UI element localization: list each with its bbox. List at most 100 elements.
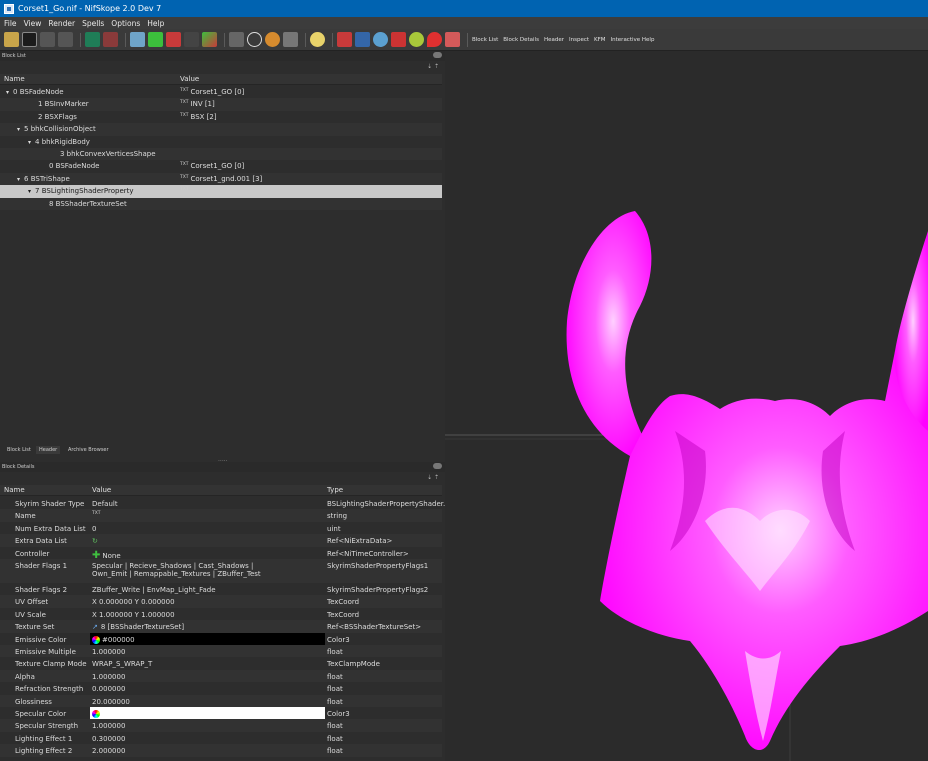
marker-pin-icon[interactable]: [427, 32, 442, 47]
details-row-value[interactable]: ZBuffer_Write | EnvMap_Light_Fade: [92, 586, 216, 594]
details-row[interactable]: Specular Strength 1.000000 float: [0, 719, 442, 732]
block-list-row[interactable]: ▾ 4 bhkRigidBody: [0, 136, 442, 148]
details-row[interactable]: Emissive Multiple 1.000000 float: [0, 645, 442, 658]
select-vertex-icon[interactable]: [103, 32, 118, 47]
top-view-icon[interactable]: [148, 32, 163, 47]
details-row-value[interactable]: 0.300000: [92, 735, 125, 743]
details-row[interactable]: Lighting Effect 1 0.300000 float: [0, 732, 442, 744]
redo-icon[interactable]: [58, 32, 73, 47]
menu-view[interactable]: View: [24, 19, 42, 28]
mesh-render[interactable]: [445, 51, 928, 761]
details-row[interactable]: Skyrim Shader Type Default BSLightingShade…: [0, 497, 450, 509]
render-viewport[interactable]: [445, 51, 928, 761]
undo-icon[interactable]: [40, 32, 55, 47]
block-list-col-value[interactable]: Value: [180, 74, 199, 85]
scroll-arrows-icon[interactable]: ⇣ ⇡: [427, 63, 439, 70]
details-row-value[interactable]: ↻: [92, 537, 98, 545]
details-row-value[interactable]: 2.000000: [92, 747, 125, 755]
details-col-type[interactable]: Type: [327, 485, 343, 496]
details-row[interactable]: Glossiness 20.000000 float: [0, 694, 442, 707]
details-row-value[interactable]: 0: [92, 525, 96, 533]
details-row[interactable]: Shader Flags 2 ZBuffer_Write | EnvMap_Lig…: [0, 583, 442, 595]
walk-view-icon[interactable]: [184, 32, 199, 47]
details-row-value[interactable]: WRAP_S_WRAP_T: [92, 660, 152, 668]
details-row[interactable]: Shader Flags 1 Specular | Recieve_Shadows…: [0, 559, 442, 583]
details-row-value[interactable]: X 0.000000 Y 0.000000: [92, 598, 175, 606]
details-row[interactable]: Extra Data List ↻ Ref<NiExtraData>: [0, 534, 442, 547]
color-picker-wheel-icon[interactable]: [92, 635, 100, 644]
hidden-eye-icon[interactable]: [265, 32, 280, 47]
details-row-value[interactable]: X 1.000000 Y 1.000000: [92, 611, 175, 619]
details-row[interactable]: UV Scale X 1.000000 Y 1.000000 TexCoord: [0, 608, 442, 620]
block-list-row[interactable]: ▾ 6 BSTriShape TXT Corset1_gnd.001 [3]: [0, 172, 442, 186]
details-row[interactable]: Lighting Effect 2 2.000000 float: [0, 744, 442, 757]
block-list-row[interactable]: 8 BSShaderTextureSet: [0, 197, 442, 210]
dock-float-close-icon[interactable]: [433, 463, 442, 469]
menu-render[interactable]: Render: [48, 19, 75, 28]
side-view-icon[interactable]: [166, 32, 181, 47]
details-col-value[interactable]: Value: [92, 485, 111, 496]
details-row[interactable]: UV Offset X 0.000000 Y 0.000000 TexCoord: [0, 595, 442, 608]
details-row[interactable]: Refraction Strength 0.000000 float: [0, 682, 442, 694]
details-row-value[interactable]: ↗ 8 [BSShaderTextureSet]: [92, 623, 184, 631]
eraser-icon[interactable]: [445, 32, 460, 47]
details-row-value[interactable]: #000000: [92, 635, 135, 644]
color-picker-wheel-icon[interactable]: [92, 710, 100, 718]
menu-help[interactable]: Help: [147, 19, 164, 28]
details-col-name[interactable]: Name: [4, 485, 25, 496]
menu-file[interactable]: File: [4, 19, 17, 28]
color-swatch-bar[interactable]: [90, 707, 325, 719]
block-link-icon[interactable]: ↗: [92, 623, 98, 631]
visibility-eye-icon[interactable]: [247, 32, 262, 47]
open-folder-icon[interactable]: [4, 32, 19, 47]
block-list-row[interactable]: 3 bhkConvexVerticesShape: [0, 148, 442, 161]
details-row-value[interactable]: 1.000000: [92, 648, 125, 656]
toolbar-block-list[interactable]: Block List: [472, 37, 498, 43]
details-row[interactable]: Texture Clamp Mode WRAP_S_WRAP_T TexClampM…: [0, 657, 442, 669]
tab-archive-browser[interactable]: Archive Browser: [68, 447, 109, 453]
block-list-row[interactable]: ▾ 5 bhkCollisionObject: [0, 123, 442, 136]
wand-icon[interactable]: [337, 32, 352, 47]
save-icon[interactable]: [22, 32, 37, 47]
toolbar-interactive-help[interactable]: Interactive Help: [611, 37, 655, 43]
details-row-value[interactable]: 20.000000: [92, 698, 130, 706]
collision-icon[interactable]: [391, 32, 406, 47]
block-list-row[interactable]: 2 BSXFlags TXT BSX [2]: [0, 111, 442, 123]
constraint-icon[interactable]: [409, 32, 424, 47]
block-list-row[interactable]: ▾ 0 BSFadeNode TXT Corset1_GO [0]: [0, 86, 442, 98]
block-list-row[interactable]: ▾ 7 BSLightingShaderProperty TXT: [0, 185, 442, 198]
nodes-icon[interactable]: [229, 32, 244, 47]
details-row[interactable]: Texture Set ↗ 8 [BSShaderTextureSet] Ref<BS…: [0, 620, 442, 633]
details-row[interactable]: Num Extra Data List 0 uint: [0, 522, 442, 534]
axes-icon[interactable]: [355, 32, 370, 47]
user-view-icon[interactable]: [202, 32, 217, 47]
details-row-value[interactable]: TXT: [92, 511, 103, 520]
select-object-icon[interactable]: [85, 32, 100, 47]
screenshot-icon[interactable]: [283, 32, 298, 47]
details-row[interactable]: Emissive Color #000000 Color3: [0, 632, 442, 645]
block-list-row[interactable]: 0 BSFadeNode TXT Corset1_GO [0]: [0, 160, 442, 172]
lighting-bulb-icon[interactable]: [310, 32, 325, 47]
tab-header[interactable]: Header: [36, 446, 61, 454]
tab-block-list[interactable]: Block List: [7, 447, 31, 453]
details-row-value[interactable]: 1.000000: [92, 673, 125, 681]
toolbar-block-details[interactable]: Block Details: [503, 37, 539, 43]
details-row-value[interactable]: Specular | Recieve_Shadows | Cast_Shadow…: [92, 562, 261, 578]
details-row-value[interactable]: 0.000000: [92, 685, 125, 693]
details-row[interactable]: Name TXT string: [0, 509, 442, 522]
toolbar-inspect[interactable]: Inspect: [569, 37, 589, 43]
details-row[interactable]: Controller ✚ None Ref<NiTimeController>: [0, 547, 442, 561]
toolbar-header[interactable]: Header: [544, 37, 564, 43]
menu-options[interactable]: Options: [111, 19, 140, 28]
details-row-value[interactable]: Default: [92, 500, 118, 508]
block-list-row[interactable]: 1 BSInvMarker TXT INV [1]: [0, 98, 442, 111]
front-view-icon[interactable]: [130, 32, 145, 47]
details-row[interactable]: Specular Color Color3: [0, 707, 442, 719]
block-list-col-name[interactable]: Name: [4, 74, 25, 85]
dock-float-close-icon[interactable]: [433, 52, 442, 58]
details-row-value[interactable]: 1.000000: [92, 722, 125, 730]
particles-icon[interactable]: [373, 32, 388, 47]
details-row[interactable]: Alpha 1.000000 float: [0, 669, 442, 683]
toolbar-kfm[interactable]: KFM: [594, 37, 606, 43]
scroll-arrows-icon[interactable]: ⇣ ⇡: [427, 474, 439, 481]
